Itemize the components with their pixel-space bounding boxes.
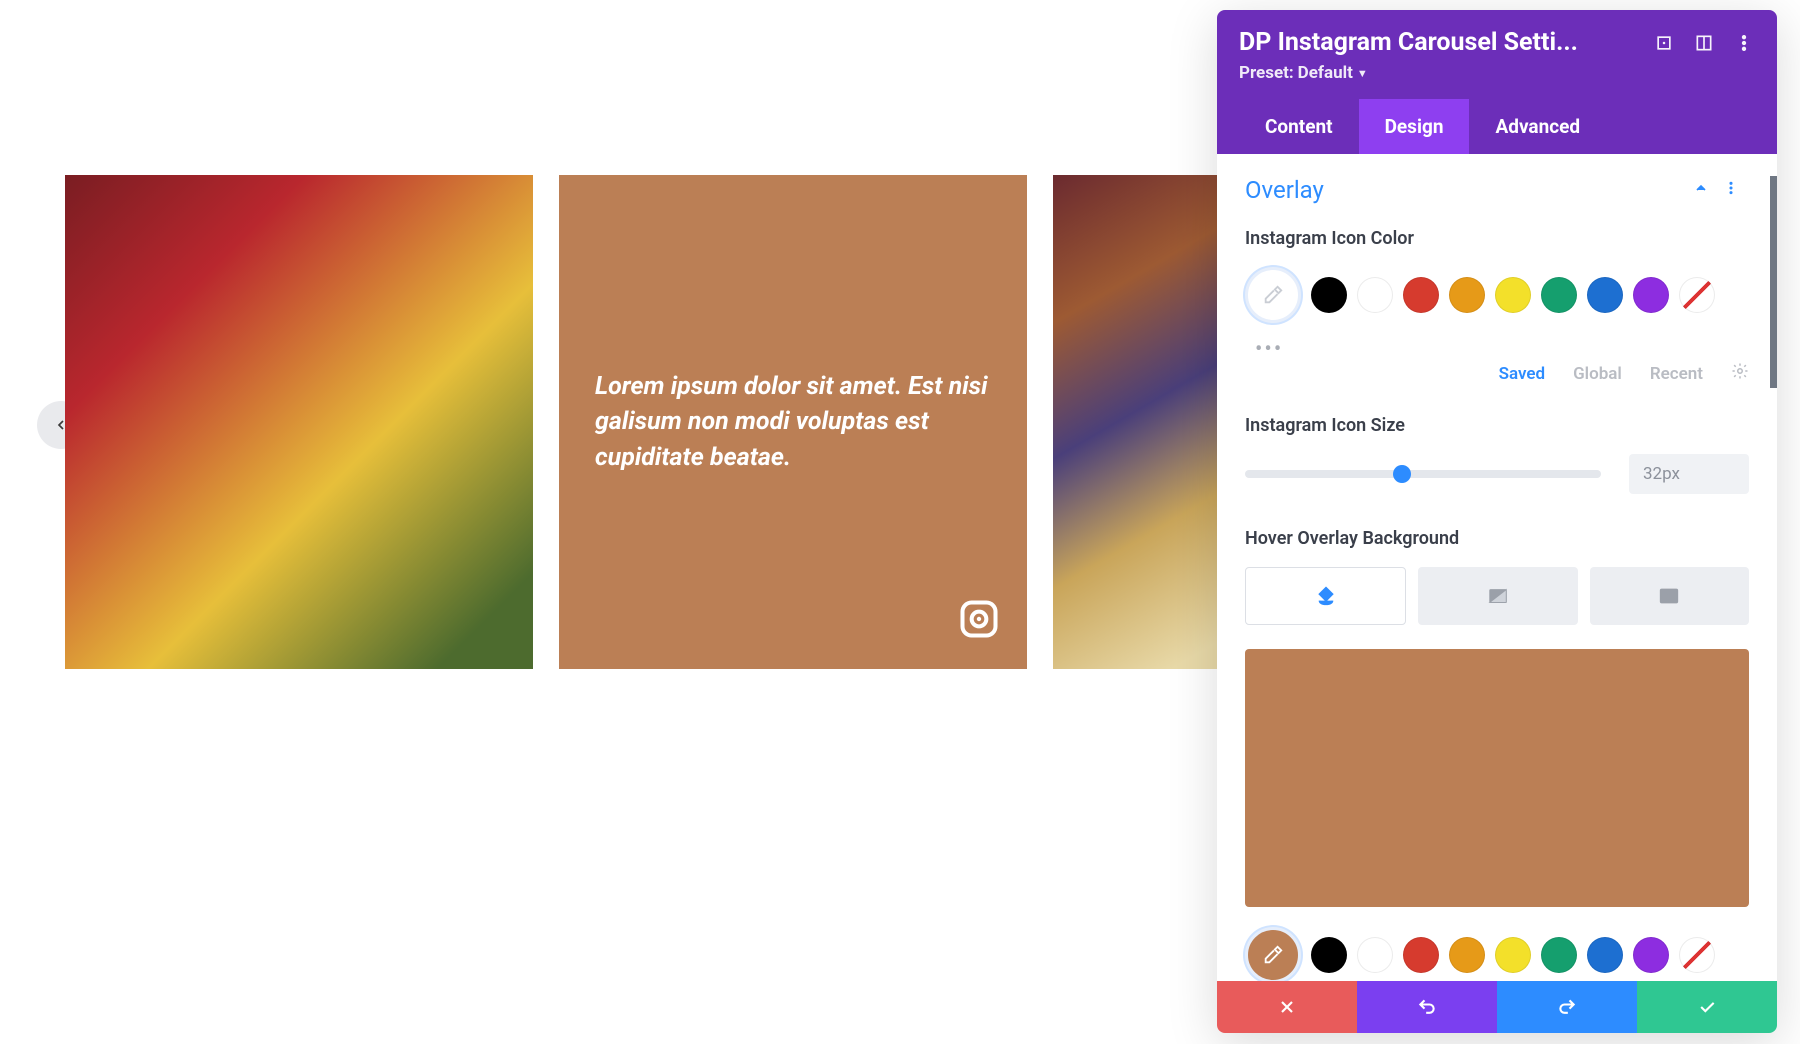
color-swatch[interactable] <box>1357 277 1393 313</box>
panel-footer <box>1217 981 1777 1033</box>
background-type-tabs <box>1245 567 1749 625</box>
color-swatch[interactable] <box>1449 277 1485 313</box>
color-swatch[interactable] <box>1587 277 1623 313</box>
color-swatch[interactable] <box>1357 937 1393 973</box>
color-swatch[interactable] <box>1403 937 1439 973</box>
hover-bg-preview <box>1245 649 1749 907</box>
expand-icon[interactable] <box>1653 32 1675 54</box>
icon-size-slider[interactable] <box>1245 470 1601 478</box>
color-swatch-none[interactable] <box>1679 937 1715 973</box>
tab-design[interactable]: Design <box>1359 99 1470 154</box>
carousel: Lorem ipsum dolor sit amet. Est nisi gal… <box>65 175 1223 669</box>
color-swatch[interactable] <box>1633 277 1669 313</box>
color-swatch[interactable] <box>1495 277 1531 313</box>
swatch-tab-saved[interactable]: Saved <box>1499 364 1546 384</box>
field-label-icon-color: Instagram Icon Color <box>1245 228 1749 249</box>
tab-content[interactable]: Content <box>1239 99 1359 154</box>
panel-title: DP Instagram Carousel Setti... <box>1239 28 1635 57</box>
kebab-menu-icon[interactable] <box>1723 180 1739 200</box>
swatch-tab-global[interactable]: Global <box>1573 364 1622 384</box>
swatch-tab-recent[interactable]: Recent <box>1650 364 1703 384</box>
bg-tab-color[interactable] <box>1245 567 1406 625</box>
carousel-card-image[interactable] <box>65 175 533 669</box>
field-label-hover-bg: Hover Overlay Background <box>1245 528 1749 549</box>
eyedropper-button[interactable] <box>1245 267 1301 323</box>
settings-panel: DP Instagram Carousel Setti... Preset: D… <box>1217 10 1777 1033</box>
swatch-row-icon-color <box>1245 267 1749 323</box>
snap-icon[interactable] <box>1693 32 1715 54</box>
instagram-icon <box>957 597 1001 641</box>
cancel-button[interactable] <box>1217 981 1357 1033</box>
color-swatch[interactable] <box>1403 277 1439 313</box>
tab-advanced[interactable]: Advanced <box>1469 99 1606 154</box>
preset-selector[interactable]: Preset: Default ▼ <box>1239 63 1755 83</box>
eyedropper-button[interactable] <box>1245 927 1301 981</box>
scrollbar[interactable] <box>1770 176 1777 388</box>
swatch-row-hover-bg <box>1245 927 1749 981</box>
color-swatch[interactable] <box>1311 277 1347 313</box>
section-header-overlay[interactable]: Overlay <box>1245 176 1749 204</box>
undo-button[interactable] <box>1357 981 1497 1033</box>
color-swatch-none[interactable] <box>1679 277 1715 313</box>
color-swatch[interactable] <box>1449 937 1485 973</box>
color-swatch[interactable] <box>1633 937 1669 973</box>
carousel-card-overlay[interactable]: Lorem ipsum dolor sit amet. Est nisi gal… <box>559 175 1027 669</box>
caret-down-icon: ▼ <box>1357 67 1368 80</box>
panel-tabs: Content Design Advanced <box>1239 99 1755 154</box>
bg-tab-image[interactable] <box>1590 567 1749 625</box>
color-swatch[interactable] <box>1495 937 1531 973</box>
save-button[interactable] <box>1637 981 1777 1033</box>
bg-tab-gradient[interactable] <box>1418 567 1577 625</box>
color-swatch[interactable] <box>1587 937 1623 973</box>
panel-header: DP Instagram Carousel Setti... Preset: D… <box>1217 10 1777 154</box>
color-swatch[interactable] <box>1541 277 1577 313</box>
redo-button[interactable] <box>1497 981 1637 1033</box>
color-swatch[interactable] <box>1541 937 1577 973</box>
swatch-palette-tabs: Saved Global Recent <box>1245 362 1749 385</box>
panel-body: Overlay Instagram Icon Color <box>1217 154 1777 981</box>
icon-size-input[interactable]: 32px <box>1629 454 1749 494</box>
carousel-caption: Lorem ipsum dolor sit amet. Est nisi gal… <box>595 369 991 476</box>
more-swatches-icon[interactable]: ••• <box>1245 337 1749 362</box>
gear-icon[interactable] <box>1731 362 1749 385</box>
field-label-icon-size: Instagram Icon Size <box>1245 415 1749 436</box>
kebab-menu-icon[interactable] <box>1733 32 1755 54</box>
slider-thumb[interactable] <box>1393 465 1411 483</box>
carousel-card-image[interactable] <box>1053 175 1223 669</box>
color-swatch[interactable] <box>1311 937 1347 973</box>
chevron-up-icon[interactable] <box>1693 180 1709 200</box>
